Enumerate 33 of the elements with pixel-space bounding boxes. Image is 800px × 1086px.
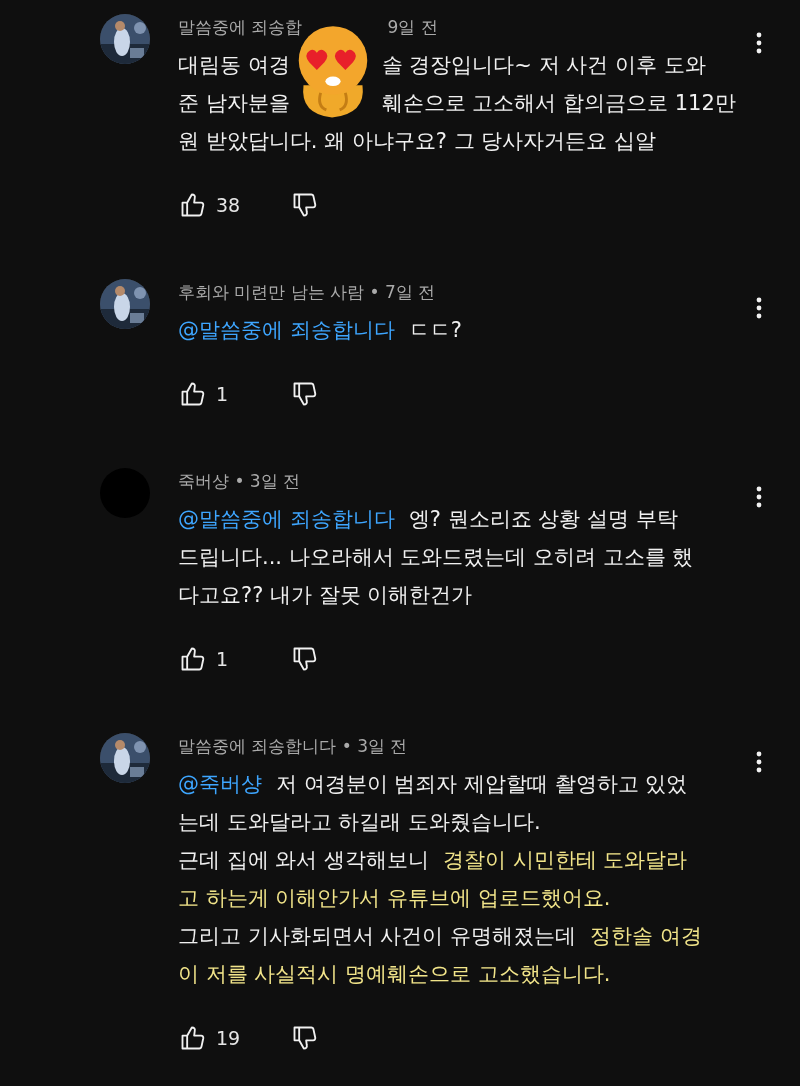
comment-text: 드립니다... 나오라해서 도와드렸는데 오히려 고소를 했 [178,544,694,571]
more-icon[interactable] [756,751,762,773]
comment-author: 말씀중에 죄송합니다 • 3일 전 [178,734,408,758]
comment-text: 정한솔 여경 [590,923,702,950]
comment-author: 말씀중에 죄송합 [178,15,303,39]
mention-link[interactable]: @말씀중에 죄송합니다 [178,316,395,344]
comment-text: 원 받았답니다. 왜 아냐구요? 그 당사자거든요 십알 [178,128,656,155]
like-count: 19 [216,1027,242,1049]
comment-text: 솔 경장입니다~ 저 사건 이후 도와 [381,52,706,79]
comment-text: 준 남자분을 [178,90,290,117]
comment-text: 경찰이 시민한테 도와달라 [443,847,688,874]
comment-author: 9일 전 [387,15,438,39]
mention-link[interactable]: @죽버샹 [178,770,262,798]
comment-text: 이 저를 사실적시 명예훼손으로 고소했습니다. [178,961,611,988]
comment-text: 훼손으로 고소해서 합의금으로 112만 [381,90,736,117]
comment-text: 는데 도와달라고 하길래 도와줬습니다. [178,809,541,836]
comment-text: 대림동 여경 [178,52,290,79]
comment-text: ㄷㄷ? [408,317,462,344]
comment-author: 죽버샹 • 3일 전 [178,469,301,493]
comment-author: 후회와 미련만 남는 사람 • 7일 전 [178,280,436,304]
comment-text: 저 여경분이 범죄자 제압할때 촬영하고 있었 [276,771,688,798]
comment-text: 고 하는게 이해안가서 유튜브에 업로드했어요. [178,885,611,912]
comment-text: 다고요?? 내가 잘못 이해한건가 [178,582,473,609]
comment-text: 근데 집에 와서 생각해보니 [178,847,430,874]
like-count: 38 [216,194,242,216]
comment-text: 엥? 뭔소리죠 상황 설명 부탁 [408,506,678,533]
like-count: 1 [216,648,230,670]
more-icon[interactable] [756,297,762,319]
comment-text: 그리고 기사화되면서 사건이 유명해졌는데 [178,923,577,950]
like-count: 1 [216,383,230,405]
more-icon[interactable] [756,32,762,54]
mention-link[interactable]: @말씀중에 죄송합니다 [178,505,395,533]
more-icon[interactable] [756,486,762,508]
